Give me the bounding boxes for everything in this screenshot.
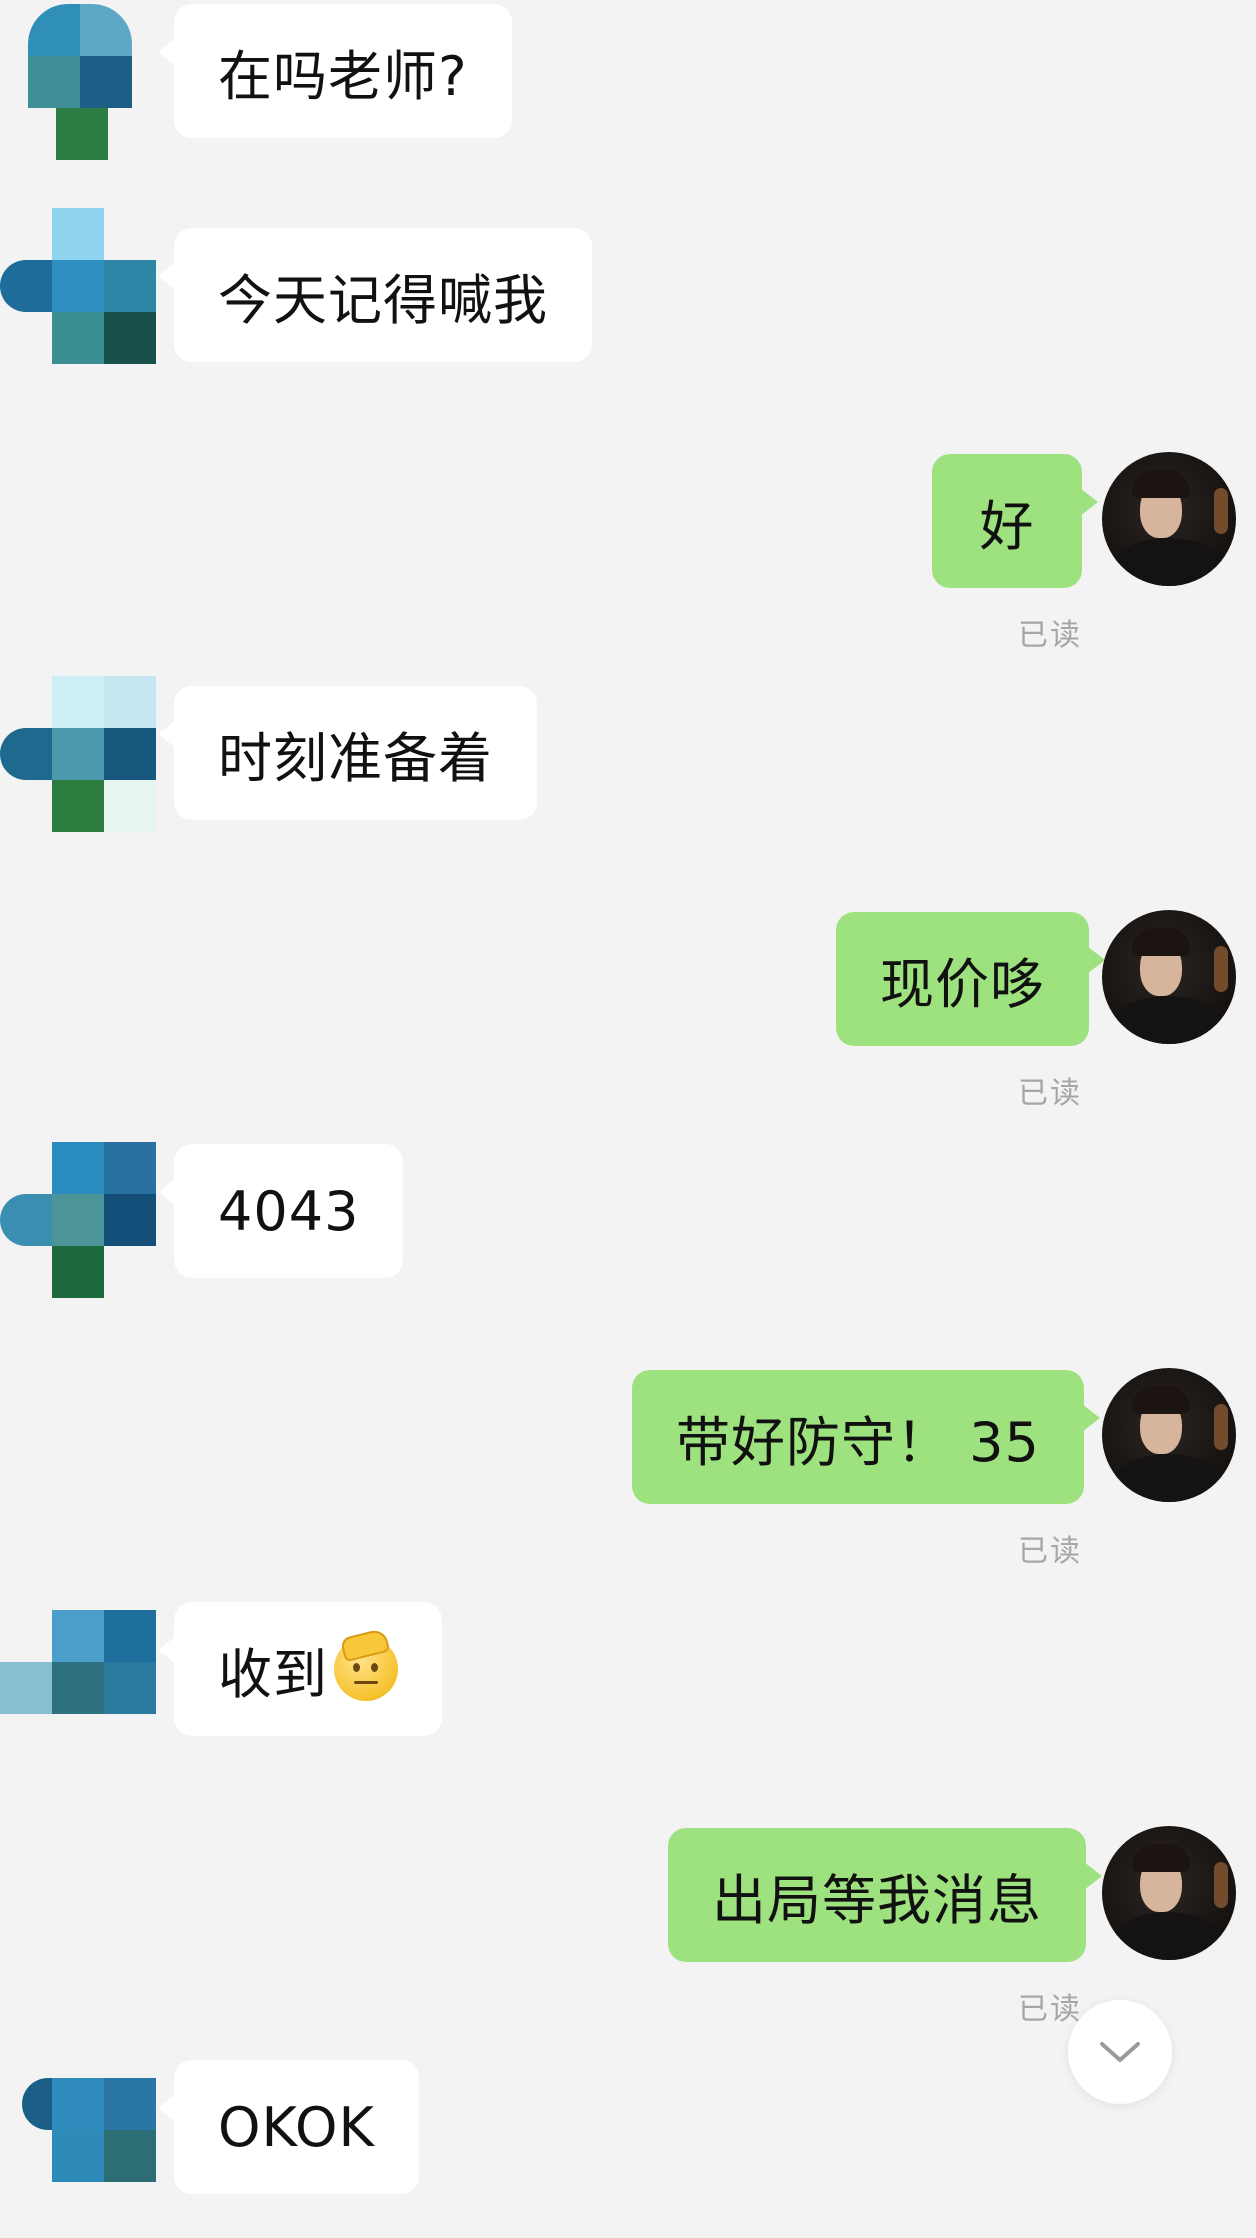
avatar-shirt (1112, 1454, 1224, 1502)
scroll-to-bottom-button[interactable] (1068, 2000, 1172, 2104)
chat-conversation: 在吗老师? 今天记得喊我 好 已读 时刻准备着 现价哆 已读 4043 带好防守… (0, 0, 1256, 2194)
message-text: OKOK (218, 2095, 375, 2159)
message-text: 收到 (218, 1642, 328, 1706)
avatar-hair (1132, 1386, 1190, 1414)
message-text: 出局等我消息 (712, 1868, 1042, 1932)
contact-avatar[interactable] (0, 208, 160, 368)
salute-hand (339, 1627, 391, 1663)
avatar-background-light (1214, 488, 1228, 534)
user-avatar[interactable] (1102, 910, 1236, 1044)
emoji-mouth (354, 1681, 378, 1684)
avatar-hair (1132, 928, 1190, 956)
read-status: 已读 (1018, 1534, 1082, 1569)
avatar-hair (1132, 1844, 1190, 1872)
message-text: 在吗老师? (218, 44, 468, 108)
avatar-shirt (1112, 996, 1224, 1044)
read-status: 已读 (1018, 618, 1082, 653)
message-bubble-outgoing[interactable]: 现价哆 (836, 912, 1105, 1046)
message-bubble-outgoing[interactable]: 带好防守！ 35 (632, 1370, 1100, 1504)
message-bubble-outgoing[interactable]: 好 (932, 454, 1098, 588)
emoji-eye (371, 1663, 378, 1672)
avatar-background-light (1214, 1404, 1228, 1450)
message-bubble-incoming[interactable]: 在吗老师? (158, 4, 512, 138)
user-avatar[interactable] (1102, 1826, 1236, 1960)
avatar-shirt (1112, 538, 1224, 586)
contact-avatar[interactable] (0, 1610, 160, 1770)
contact-avatar[interactable] (4, 4, 164, 164)
message-text: 4043 (218, 1179, 360, 1243)
message-bubble-incoming[interactable]: 4043 (157, 1144, 404, 1278)
message-text: 现价哆 (880, 952, 1045, 1016)
message-bubble-incoming[interactable]: 收到 (158, 1602, 442, 1736)
avatar-hair (1132, 470, 1190, 498)
message-text: 带好防守！ 35 (676, 1410, 1040, 1474)
contact-avatar[interactable] (0, 2078, 160, 2238)
avatar-background-light (1214, 1862, 1228, 1908)
user-avatar[interactable] (1102, 452, 1236, 586)
avatar-shirt (1112, 1912, 1224, 1960)
emoji-eye (353, 1663, 360, 1672)
avatar-background-light (1214, 946, 1228, 992)
user-avatar[interactable] (1102, 1368, 1236, 1502)
contact-avatar[interactable] (0, 1142, 160, 1302)
chevron-down-icon (1100, 2042, 1140, 2062)
read-status: 已读 (1018, 1992, 1082, 2027)
read-status: 已读 (1018, 1076, 1082, 1111)
message-text: 好 (979, 494, 1035, 558)
message-bubble-incoming[interactable]: 今天记得喊我 (158, 228, 592, 362)
message-bubble-incoming[interactable]: 时刻准备着 (158, 686, 537, 820)
message-text: 今天记得喊我 (218, 268, 548, 332)
contact-avatar[interactable] (0, 676, 160, 836)
message-bubble-incoming[interactable]: OKOK (158, 2060, 419, 2194)
message-bubble-outgoing[interactable]: 出局等我消息 (668, 1828, 1102, 1962)
message-text: 时刻准备着 (218, 726, 493, 790)
salute-face-emoji-icon (334, 1627, 398, 1701)
